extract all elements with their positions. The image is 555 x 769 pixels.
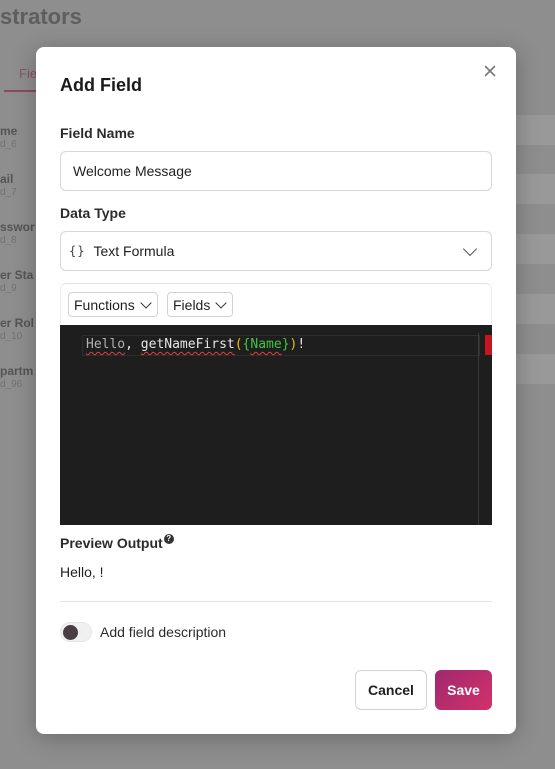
code-token-brace-close: } bbox=[281, 337, 290, 352]
background-row-id: d_7 bbox=[0, 187, 17, 198]
modal-title: Add Field bbox=[60, 75, 142, 95]
data-type-label: Data Type bbox=[60, 205, 126, 221]
fields-dropdown-label: Fields bbox=[173, 296, 211, 313]
background-row-id: d_6 bbox=[0, 139, 17, 150]
background-row-name: er Sta bbox=[0, 268, 34, 282]
toggle-knob bbox=[63, 625, 78, 640]
data-type-select[interactable]: {} Text Formula bbox=[60, 231, 492, 271]
background-row-band bbox=[516, 294, 555, 324]
background-row: me d_6 bbox=[0, 124, 17, 152]
add-description-toggle[interactable] bbox=[60, 622, 92, 642]
data-type-selected-value: Text Formula bbox=[93, 243, 175, 259]
background-row-name: partm bbox=[0, 364, 34, 378]
code-token-paren-open: ( bbox=[234, 337, 243, 352]
code-token-field: Name bbox=[250, 337, 282, 352]
background-row-band bbox=[516, 115, 555, 145]
background-row-name: er Rol bbox=[0, 316, 35, 330]
formula-code-line[interactable]: Hello, getNameFirst({Name})! bbox=[86, 337, 305, 352]
background-row-name: me bbox=[0, 124, 18, 138]
cancel-button[interactable]: Cancel bbox=[355, 670, 427, 710]
background-row: ail d_7 bbox=[0, 172, 17, 200]
background-row-id: d_96 bbox=[0, 379, 23, 390]
background-row-id: d_10 bbox=[0, 331, 23, 342]
preview-output-label: Preview Output? bbox=[60, 534, 174, 551]
editor-scrollbar-track[interactable] bbox=[478, 333, 479, 525]
background-row-id: d_9 bbox=[0, 283, 17, 294]
add-description-label: Add field description bbox=[100, 624, 227, 640]
fields-dropdown-button[interactable]: Fields bbox=[167, 292, 234, 317]
background-row-id: d_8 bbox=[0, 235, 17, 246]
help-icon[interactable]: ? bbox=[163, 534, 174, 544]
background-row: partm d_96 bbox=[0, 364, 33, 392]
divider bbox=[60, 601, 492, 602]
background-row-name: sswor bbox=[0, 220, 35, 234]
background-tab-underline bbox=[4, 90, 40, 92]
braces-icon: {} bbox=[69, 244, 86, 258]
field-name-value: Welcome Message bbox=[73, 163, 192, 179]
background-row: sswor d_8 bbox=[0, 220, 35, 248]
close-icon[interactable] bbox=[481, 62, 499, 80]
background-row-name: ail bbox=[0, 172, 14, 186]
field-name-label: Field Name bbox=[60, 125, 135, 141]
background-row-band bbox=[516, 174, 555, 204]
error-marker bbox=[485, 335, 492, 355]
formula-toolbar: Functions Fields bbox=[60, 283, 492, 325]
background-page-title: strators bbox=[0, 4, 82, 29]
background-row: er Rol d_10 bbox=[0, 316, 34, 344]
code-token-text: Hello bbox=[86, 337, 126, 352]
close-icon-glyph bbox=[484, 65, 496, 77]
background-row-band bbox=[516, 234, 555, 264]
field-name-input[interactable]: Welcome Message bbox=[60, 151, 492, 191]
chevron-down-icon bbox=[215, 296, 228, 309]
background-tab: Fie bbox=[19, 66, 38, 81]
chevron-down-icon bbox=[140, 296, 152, 309]
code-token-separator: , bbox=[125, 337, 141, 352]
code-token-bang: ! bbox=[297, 337, 306, 352]
code-token-function: getNameFirst bbox=[140, 337, 235, 352]
functions-dropdown-button[interactable]: Functions bbox=[68, 292, 158, 317]
add-field-modal: Add Field Field Name Welcome Message Dat… bbox=[36, 47, 516, 734]
formula-code-editor[interactable]: Hello, getNameFirst({Name})! bbox=[60, 325, 492, 525]
save-button[interactable]: Save bbox=[435, 670, 492, 710]
preview-output-value: Hello, ! bbox=[60, 564, 104, 580]
preview-output-label-text: Preview Output bbox=[60, 535, 163, 551]
chevron-down-icon bbox=[462, 241, 478, 256]
background-row-band bbox=[516, 354, 555, 384]
functions-dropdown-label: Functions bbox=[74, 296, 135, 313]
background-row: er Sta d_9 bbox=[0, 268, 33, 296]
